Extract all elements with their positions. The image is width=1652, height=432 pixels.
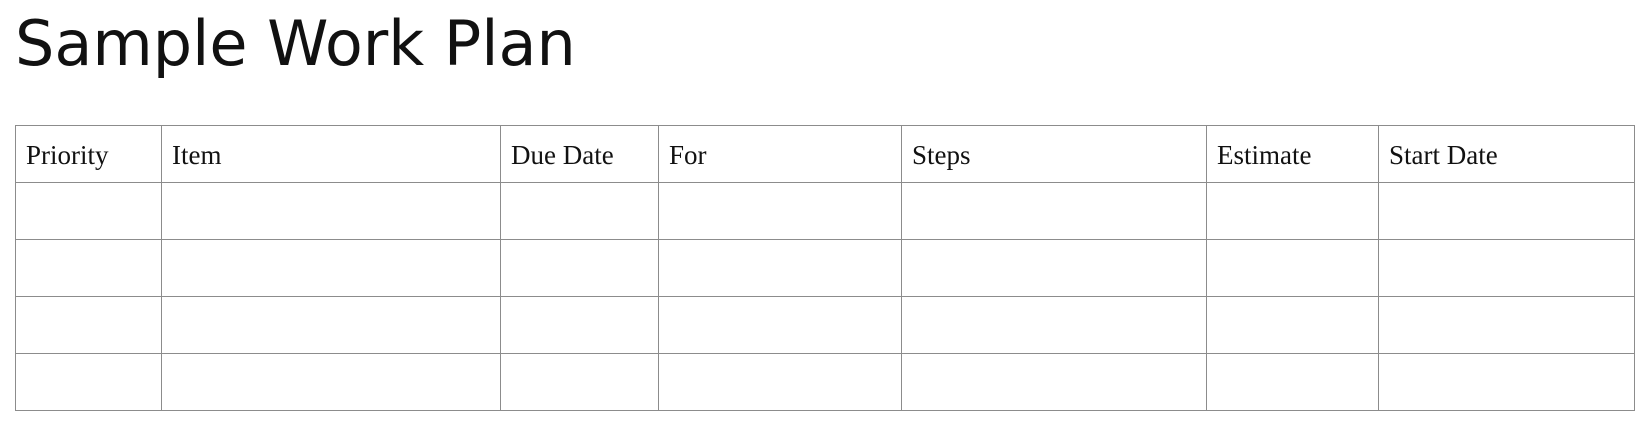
cell-estimate	[1206, 182, 1379, 240]
table-row	[15, 353, 1635, 411]
header-estimate: Estimate	[1206, 125, 1379, 183]
cell-steps	[901, 239, 1207, 297]
cell-start-date	[1378, 182, 1635, 240]
cell-steps	[901, 296, 1207, 354]
cell-due-date	[500, 353, 659, 411]
table-row	[15, 239, 1635, 297]
cell-due-date	[500, 296, 659, 354]
header-start-date: Start Date	[1378, 125, 1635, 183]
cell-for	[658, 296, 902, 354]
page-title: Sample Work Plan	[15, 7, 576, 80]
cell-estimate	[1206, 296, 1379, 354]
header-priority: Priority	[15, 125, 162, 183]
header-for: For	[658, 125, 902, 183]
cell-priority	[15, 296, 162, 354]
cell-steps	[901, 182, 1207, 240]
cell-for	[658, 353, 902, 411]
cell-start-date	[1378, 353, 1635, 411]
table-row	[15, 296, 1635, 354]
cell-priority	[15, 353, 162, 411]
header-row: Priority Item Due Date For Steps Estimat…	[15, 125, 1635, 183]
work-plan-table: Priority Item Due Date For Steps Estimat…	[15, 125, 1635, 411]
cell-estimate	[1206, 353, 1379, 411]
cell-item	[161, 353, 501, 411]
header-steps: Steps	[901, 125, 1207, 183]
cell-steps	[901, 353, 1207, 411]
cell-for	[658, 239, 902, 297]
cell-due-date	[500, 239, 659, 297]
cell-due-date	[500, 182, 659, 240]
cell-item	[161, 296, 501, 354]
cell-priority	[15, 239, 162, 297]
cell-priority	[15, 182, 162, 240]
cell-for	[658, 182, 902, 240]
cell-start-date	[1378, 296, 1635, 354]
cell-start-date	[1378, 239, 1635, 297]
header-due-date: Due Date	[500, 125, 659, 183]
cell-item	[161, 239, 501, 297]
cell-item	[161, 182, 501, 240]
table-row	[15, 182, 1635, 240]
cell-estimate	[1206, 239, 1379, 297]
header-item: Item	[161, 125, 501, 183]
